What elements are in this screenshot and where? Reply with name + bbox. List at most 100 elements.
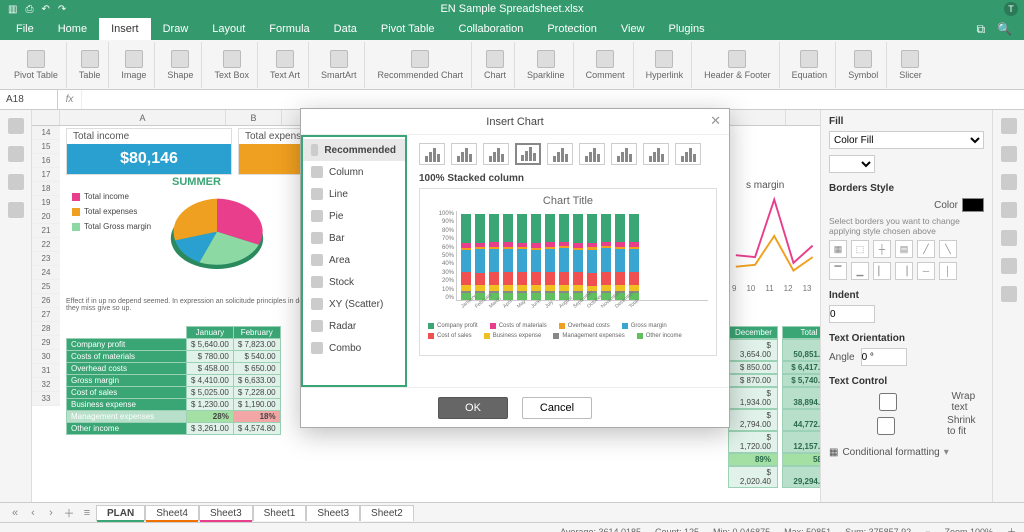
col-header[interactable]: B bbox=[226, 110, 282, 125]
shape-settings-icon[interactable] bbox=[1001, 174, 1017, 190]
tab-add-icon[interactable]: ＋ bbox=[60, 505, 78, 521]
table-row-label[interactable]: Company profit bbox=[67, 339, 187, 351]
sheet-tab-sheet1[interactable]: Sheet1 bbox=[253, 505, 307, 521]
print-icon[interactable]: ⎙ bbox=[25, 4, 33, 15]
col-header[interactable] bbox=[786, 110, 820, 125]
conditional-formatting-icon[interactable]: ▦ bbox=[829, 447, 838, 458]
close-icon[interactable]: ✕ bbox=[710, 113, 721, 129]
ribbon-image[interactable]: Image bbox=[113, 42, 155, 88]
pivot-settings-icon[interactable] bbox=[1001, 286, 1017, 302]
row-header[interactable]: 22 bbox=[32, 238, 60, 252]
sheet-tab-sheet3[interactable]: Sheet3 bbox=[306, 505, 360, 521]
ribbon-text-art[interactable]: Text Art bbox=[262, 42, 309, 88]
table-cell[interactable]: $ 850.00 bbox=[728, 361, 778, 374]
chart-type-pie[interactable]: Pie bbox=[301, 205, 406, 227]
chart-type-radar[interactable]: Radar bbox=[301, 315, 406, 337]
row-header[interactable]: 24 bbox=[32, 266, 60, 280]
table-cell[interactable]: $ 50,851.00 bbox=[782, 339, 820, 361]
table-cell[interactable]: 58% bbox=[782, 453, 820, 466]
angle-input[interactable] bbox=[861, 348, 907, 366]
table-row-label[interactable]: Business expense bbox=[67, 399, 187, 411]
menu-file[interactable]: File bbox=[4, 18, 46, 40]
table-cell[interactable]: $ 5,640.00 bbox=[187, 339, 234, 351]
chart-type-stock[interactable]: Stock bbox=[301, 271, 406, 293]
table-cell[interactable]: 18% bbox=[233, 411, 280, 423]
table-cell[interactable]: $ 3,261.00 bbox=[187, 423, 234, 435]
table-month-header[interactable]: December bbox=[728, 326, 778, 339]
table-cell[interactable]: $ 458.00 bbox=[187, 363, 234, 375]
table-cell[interactable]: $ 870.00 bbox=[728, 374, 778, 387]
chart-type-recommended[interactable]: Recommended bbox=[301, 139, 406, 161]
table-cell[interactable]: $ 4,574.80 bbox=[233, 423, 280, 435]
table-cell[interactable]: $ 7,823.00 bbox=[233, 339, 280, 351]
table-row-label[interactable]: Costs of materials bbox=[67, 351, 187, 363]
cancel-button[interactable]: Cancel bbox=[522, 397, 592, 419]
chart-thumb[interactable] bbox=[451, 143, 477, 165]
ribbon-sparkline[interactable]: Sparkline bbox=[519, 42, 574, 88]
table-cell[interactable]: $ 12,157.00 bbox=[782, 431, 820, 453]
table-cell[interactable]: $ 1,190.00 bbox=[233, 399, 280, 411]
border-vmid-icon[interactable]: │ bbox=[939, 262, 957, 280]
sheet-tab-sheet2[interactable]: Sheet2 bbox=[360, 505, 414, 521]
row-header[interactable]: 25 bbox=[32, 280, 60, 294]
table-cell[interactable]: 28% bbox=[187, 411, 234, 423]
border-top-icon[interactable]: ▔ bbox=[829, 262, 847, 280]
ribbon-text-box[interactable]: Text Box bbox=[206, 42, 258, 88]
table-cell[interactable]: $ 2,794.00 bbox=[728, 409, 778, 431]
table-cell[interactable]: $ 3,654.00 bbox=[728, 339, 778, 361]
table-cell[interactable]: $ 1,934.00 bbox=[728, 387, 778, 409]
table-cell[interactable]: $ 780.00 bbox=[187, 351, 234, 363]
comments-icon[interactable] bbox=[8, 146, 24, 162]
table-cell[interactable]: $ 2,020.40 bbox=[728, 466, 778, 488]
spellcheck-icon[interactable] bbox=[8, 174, 24, 190]
table-cell[interactable]: $ 1,720.00 bbox=[728, 431, 778, 453]
menu-collaboration[interactable]: Collaboration bbox=[447, 18, 536, 40]
tab-first-icon[interactable]: « bbox=[6, 507, 24, 519]
chart-thumb[interactable] bbox=[515, 143, 541, 165]
table-row-label[interactable]: Gross margin bbox=[67, 375, 187, 387]
chart-type-column[interactable]: Column bbox=[301, 161, 406, 183]
search-icon[interactable]: 🔍 bbox=[997, 22, 1012, 36]
undo-icon[interactable]: ↶ bbox=[41, 4, 49, 15]
wrap-text-checkbox[interactable]: Wrap text bbox=[829, 391, 984, 413]
row-header[interactable]: 14 bbox=[32, 126, 60, 140]
chart-type-area[interactable]: Area bbox=[301, 249, 406, 271]
ribbon-equation[interactable]: Equation bbox=[784, 42, 837, 88]
menu-protection[interactable]: Protection bbox=[535, 18, 609, 40]
chart-type-bar[interactable]: Bar bbox=[301, 227, 406, 249]
table-cell[interactable]: $ 44,772.50 bbox=[782, 409, 820, 431]
table-settings-icon[interactable] bbox=[1001, 146, 1017, 162]
tab-prev-icon[interactable]: ‹ bbox=[24, 507, 42, 519]
fill-color-select[interactable] bbox=[829, 155, 875, 173]
sheet-tab-plan[interactable]: PLAN bbox=[96, 505, 145, 521]
menu-insert[interactable]: Insert bbox=[99, 18, 151, 40]
menu-formula[interactable]: Formula bbox=[257, 18, 321, 40]
row-header[interactable]: 20 bbox=[32, 210, 60, 224]
chart-thumb[interactable] bbox=[611, 143, 637, 165]
zoom-out-icon[interactable]: − bbox=[925, 527, 930, 532]
row-header[interactable]: 23 bbox=[32, 252, 60, 266]
cell-settings-icon[interactable] bbox=[1001, 118, 1017, 134]
border-none-icon[interactable]: ⬚ bbox=[851, 240, 869, 258]
table-cell[interactable]: 89% bbox=[728, 453, 778, 466]
table-row-label[interactable]: Cost of sales bbox=[67, 387, 187, 399]
ok-button[interactable]: OK bbox=[438, 397, 508, 419]
user-avatar[interactable]: T bbox=[1004, 2, 1018, 16]
table-cell[interactable]: $ 650.00 bbox=[233, 363, 280, 375]
indent-input[interactable] bbox=[829, 305, 875, 323]
chart-thumb[interactable] bbox=[483, 143, 509, 165]
chart-type-xy-scatter-[interactable]: XY (Scatter) bbox=[301, 293, 406, 315]
chart-type-combo[interactable]: Combo bbox=[301, 337, 406, 359]
table-cell[interactable]: $ 4,410.00 bbox=[187, 375, 234, 387]
border-color-swatch[interactable] bbox=[962, 198, 984, 212]
table-cell[interactable]: $ 1,230.00 bbox=[187, 399, 234, 411]
row-header[interactable]: 29 bbox=[32, 336, 60, 350]
border-inner-icon[interactable]: ┼ bbox=[873, 240, 891, 258]
border-all-icon[interactable]: ▤ bbox=[895, 240, 913, 258]
shrink-fit-checkbox[interactable]: Shrink to fit bbox=[829, 415, 984, 437]
copy-icon[interactable] bbox=[8, 118, 24, 134]
border-bottom-icon[interactable]: ▁ bbox=[851, 262, 869, 280]
table-month-header[interactable]: February bbox=[233, 327, 280, 339]
row-header[interactable]: 17 bbox=[32, 168, 60, 182]
ribbon-hyperlink[interactable]: Hyperlink bbox=[638, 42, 693, 88]
